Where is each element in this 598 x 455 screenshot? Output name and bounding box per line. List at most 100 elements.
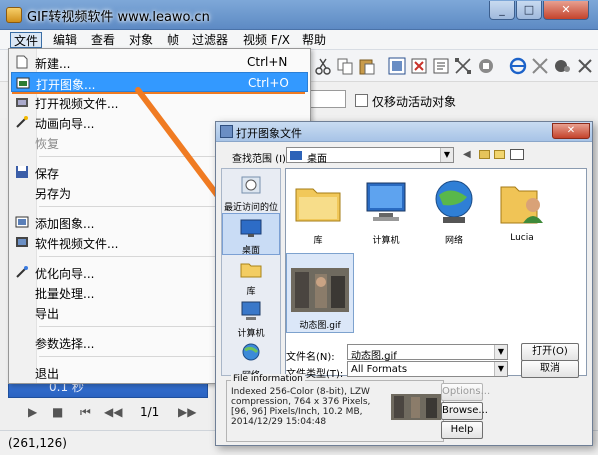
- chevron-down-icon: ▼: [494, 362, 507, 376]
- open-button[interactable]: 打开(O): [521, 343, 579, 361]
- preview-icon[interactable]: [552, 56, 572, 76]
- menu-item-label: 软件视频文件...: [35, 237, 119, 251]
- look-in-combo[interactable]: 桌面 ▼: [286, 147, 454, 165]
- new-folder-icon[interactable]: [494, 150, 505, 159]
- move-active-only-label: 仅移动活动对象: [372, 95, 457, 109]
- file-info-group: File information Indexed 256-Color (8-bi…: [226, 374, 444, 442]
- file-preview-thumbnail: [391, 394, 441, 420]
- menu-item-label: 保存: [35, 167, 60, 181]
- dialog-icon: [220, 125, 233, 138]
- app-icon: [6, 7, 22, 23]
- view-menu-icon[interactable]: [510, 149, 524, 160]
- network-icon: [435, 180, 473, 223]
- file-item-library[interactable]: 库: [288, 173, 348, 251]
- chevron-down-icon: ▼: [440, 148, 453, 162]
- move-active-only-checkbox[interactable]: [355, 94, 368, 107]
- resize-icon[interactable]: [453, 56, 473, 76]
- filetype-value: All Formats: [351, 364, 408, 375]
- dialog-title-bar: 打开图象文件 ✕: [216, 122, 592, 142]
- menu-edit[interactable]: 编辑: [50, 32, 80, 48]
- file-name: 计算机: [372, 236, 400, 246]
- filename-value: 动态图.gif: [351, 351, 397, 362]
- maximize-button[interactable]: □: [516, 1, 542, 20]
- menu-help[interactable]: 帮助: [299, 32, 329, 48]
- prev-frame-icon[interactable]: ◀◀: [104, 405, 122, 419]
- menu-item-label: 优化向导...: [35, 267, 95, 281]
- menu-item-shortcut: Ctrl+O: [248, 76, 289, 90]
- place-desktop[interactable]: 桌面: [222, 213, 280, 256]
- open-video-icon: [16, 98, 28, 107]
- up-folder-icon[interactable]: [479, 150, 490, 159]
- menu-item-open-video[interactable]: 打开视频文件...: [11, 92, 308, 112]
- add-image-icon: [15, 216, 29, 228]
- menu-item-label: 动画向导...: [35, 117, 95, 131]
- menu-video-fx[interactable]: 视频 F/X: [240, 32, 293, 48]
- menu-item-label: 打开视频文件...: [35, 97, 119, 111]
- save-icon: [16, 166, 28, 178]
- place-label: 计算机: [237, 329, 265, 339]
- properties-icon[interactable]: [431, 56, 451, 76]
- network-icon: [242, 343, 260, 361]
- file-item-computer[interactable]: 计算机: [356, 173, 416, 251]
- file-item-user-folder[interactable]: Lucia: [492, 173, 552, 251]
- menu-item-shortcut: Ctrl+N: [247, 55, 288, 69]
- menu-filter[interactable]: 过滤器: [189, 32, 231, 48]
- library-icon: [295, 188, 341, 222]
- dialog-close-button[interactable]: ✕: [552, 123, 590, 139]
- file-item-network[interactable]: 网络: [424, 173, 484, 251]
- chevron-down-icon: ▼: [494, 345, 507, 359]
- minimize-button[interactable]: _: [489, 1, 515, 20]
- filetype-select[interactable]: All Formats ▼: [347, 361, 508, 377]
- gif-thumbnail: [291, 268, 349, 312]
- stop-icon[interactable]: ■: [52, 405, 63, 419]
- delete-frame-icon[interactable]: [409, 56, 429, 76]
- wizard-icon: [16, 116, 28, 128]
- menu-item-label: 导出: [35, 307, 60, 321]
- first-frame-icon[interactable]: ⏮: [80, 405, 91, 420]
- frame-icon[interactable]: [387, 56, 407, 76]
- title-bar: GIF转视频软件 www.leawo.cn _ □ ✕: [0, 0, 598, 30]
- file-info-legend: File information: [231, 374, 305, 384]
- user-folder-icon: [500, 186, 543, 224]
- menu-view[interactable]: 查看: [88, 32, 118, 48]
- menu-file[interactable]: 文件: [10, 32, 43, 48]
- play-icon[interactable]: ▶: [28, 405, 37, 419]
- crop-icon[interactable]: [476, 56, 496, 76]
- effects-icon[interactable]: [530, 56, 550, 76]
- cancel-button[interactable]: 取消: [521, 360, 579, 378]
- look-in-value: 桌面: [307, 154, 327, 165]
- menu-item-open-image[interactable]: 打开图象... Ctrl+O: [11, 72, 308, 92]
- value-field[interactable]: [310, 90, 346, 108]
- menu-object[interactable]: 对象: [126, 32, 156, 48]
- options-button[interactable]: Options...: [441, 383, 490, 401]
- place-library[interactable]: 库: [222, 255, 280, 297]
- next-frame-icon[interactable]: ▶▶: [178, 405, 196, 419]
- file-name: 库: [313, 236, 323, 246]
- filename-label: 文件名(N):: [286, 352, 335, 363]
- browser-preview-icon[interactable]: [508, 56, 528, 76]
- browse-button[interactable]: Browse...: [441, 402, 488, 420]
- menu-frame[interactable]: 帧: [164, 32, 182, 48]
- file-name: 网络: [444, 236, 463, 246]
- close-button[interactable]: ✕: [543, 1, 589, 20]
- video-file-icon: [16, 237, 28, 247]
- more-icon[interactable]: [575, 56, 595, 76]
- menu-item-label: 批量处理...: [35, 287, 95, 301]
- filename-input[interactable]: 动态图.gif ▼: [347, 344, 508, 362]
- place-recent[interactable]: 最近访问的位置: [222, 171, 280, 226]
- file-info-text: Indexed 256-Color (8-bit), LZW compressi…: [231, 387, 371, 427]
- menu-item-label: 新建...: [35, 57, 71, 71]
- copy-icon[interactable]: [335, 56, 355, 76]
- help-button[interactable]: Help: [441, 421, 483, 439]
- frame-counter: 1/1: [140, 405, 160, 419]
- menu-item-new[interactable]: 新建... Ctrl+N: [11, 52, 308, 72]
- back-icon[interactable]: ◀: [463, 149, 471, 160]
- file-item-gif[interactable]: 动态图.gif: [286, 253, 354, 333]
- paste-icon[interactable]: [357, 56, 377, 76]
- open-image-icon: [16, 77, 30, 89]
- places-bar: 最近访问的位置 桌面 库 计算机 网络: [221, 168, 281, 381]
- place-computer[interactable]: 计算机: [222, 297, 280, 339]
- file-name: 动态图.gif: [299, 321, 341, 331]
- menu-item-label: 添加图象...: [35, 217, 95, 231]
- cut-icon[interactable]: [313, 56, 333, 76]
